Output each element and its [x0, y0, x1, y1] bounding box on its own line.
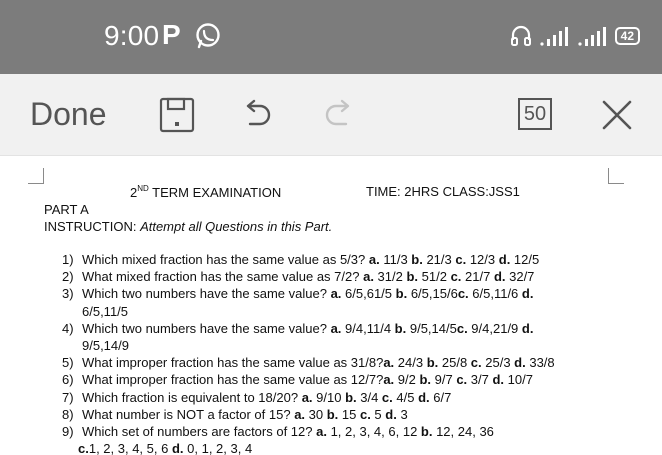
question-text: Which two numbers have the same value? a… — [82, 286, 534, 319]
done-button[interactable]: Done — [30, 96, 107, 133]
question-number: 5) — [62, 355, 74, 371]
crop-mark-left — [28, 168, 44, 184]
p-notification-icon: P — [162, 19, 181, 50]
save-icon[interactable] — [158, 96, 196, 134]
question-item: 5) What improper fraction has the same va… — [62, 354, 642, 371]
part-heading: PART A — [44, 202, 89, 217]
redo-icon[interactable] — [320, 96, 358, 134]
question-item: 4) Which two numbers have the same value?… — [62, 320, 642, 354]
question-number: 4) — [62, 320, 74, 336]
headset-icon — [510, 25, 531, 46]
question-number: 1) — [62, 252, 74, 267]
question-number: 3) — [62, 286, 74, 302]
question-number: 7) — [62, 389, 74, 405]
close-icon[interactable] — [598, 96, 636, 134]
crop-mark-right — [608, 168, 624, 184]
signal-icon-1 — [540, 27, 568, 46]
question-item: 8) What number is NOT a factor of 15? a. … — [62, 406, 642, 423]
question-text: Which fraction is equivalent to 18/20? a… — [82, 389, 452, 405]
question-number: 2) — [62, 269, 74, 285]
question-item: 3) Which two numbers have the same value?… — [62, 285, 642, 319]
question-number: 8) — [62, 406, 74, 422]
status-icons: 42 — [509, 22, 640, 50]
status-bar: 9:00 P 42 — [0, 0, 662, 74]
exam-time-class: TIME: 2HRS CLASS:JSS1 — [366, 184, 520, 199]
question-item: 6) What improper fraction has the same va… — [62, 371, 642, 388]
exam-term-heading: 2ND TERM EXAMINATION — [130, 184, 282, 200]
whatsapp-icon — [196, 23, 220, 49]
signal-icon-2 — [578, 27, 606, 46]
page-count-badge[interactable]: 50 — [518, 98, 552, 130]
status-time: 9:00 — [104, 20, 160, 51]
question-text: What number is NOT a factor of 15? a. 30… — [82, 406, 408, 422]
question-text: Which two numbers have the same value? a… — [82, 320, 534, 354]
question-item: 1) Which mixed fraction has the same valu… — [62, 251, 642, 268]
question-text: What mixed fraction has the same value a… — [82, 269, 535, 285]
question-item: 9) Which set of numbers are factors of 12… — [62, 423, 642, 455]
document-page: 2ND TERM EXAMINATION TIME: 2HRS CLASS:JS… — [0, 156, 662, 455]
question-list: 1) Which mixed fraction has the same valu… — [62, 251, 642, 455]
question-item: 7) Which fraction is equivalent to 18/20?… — [62, 389, 642, 406]
question-text: What improper fraction has the same valu… — [82, 355, 555, 371]
question-text: What improper fraction has the same valu… — [82, 372, 533, 388]
question-item: 2) What mixed fraction has the same value… — [62, 268, 642, 285]
battery-icon: 42 — [614, 27, 640, 45]
question-text: Which mixed fraction has the same value … — [82, 252, 540, 267]
question-number: 6) — [62, 372, 74, 388]
instruction-line: INSTRUCTION: Attempt all Questions in th… — [44, 219, 333, 234]
undo-icon[interactable] — [238, 96, 276, 134]
question-text: Which set of numbers are factors of 12? … — [78, 424, 494, 455]
editor-toolbar: Done 50 — [0, 74, 662, 156]
